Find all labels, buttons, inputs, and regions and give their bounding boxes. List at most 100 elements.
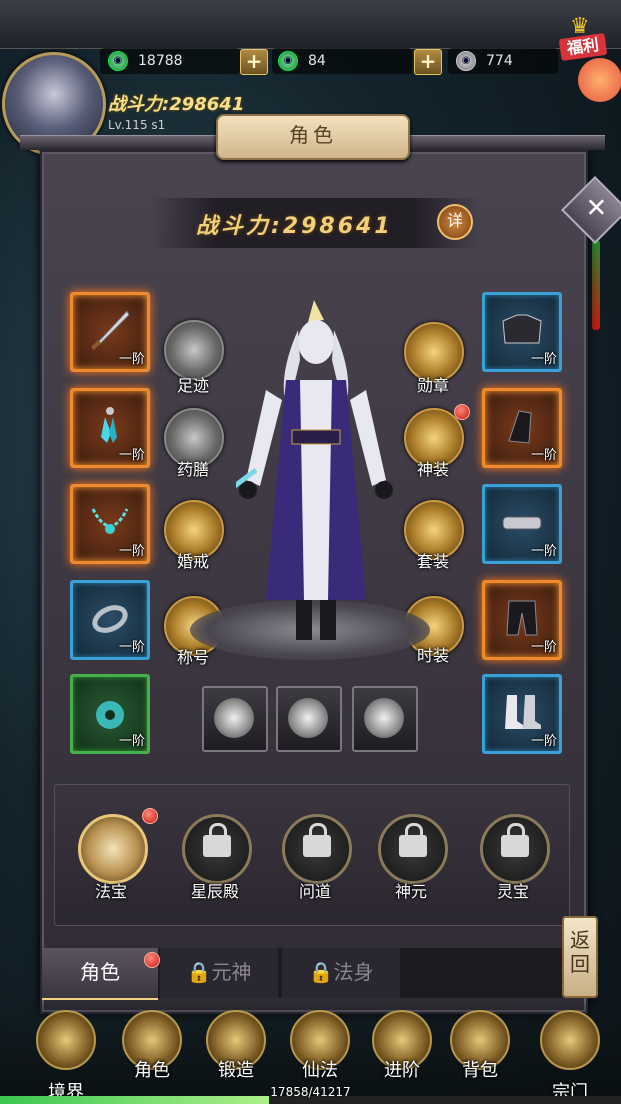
resource-silver: ◉ 774 [456,48,513,74]
func-label-footprint: 足迹 [176,376,209,395]
tier-label: 一阶 [530,734,557,749]
mascot-icon [578,58,621,102]
equip-slot-weapon[interactable]: 一阶 [70,292,150,372]
player-power: 战斗力:298641 [108,94,245,115]
skill-box-cauldron[interactable] [352,686,418,752]
lock-icon: 🔒 [308,960,334,984]
necklace-icon [91,508,129,534]
func-label-divine-gear: 神装 [416,460,449,479]
lock-icon [501,823,529,857]
hanging-ornament [592,240,600,330]
xp-text: 17858/41217 [270,1085,351,1099]
tier-label: 一阶 [118,544,145,559]
lock-icon [203,823,231,857]
panel-title: 角色 [216,114,410,160]
jade-pendant-icon [96,701,124,729]
equip-slot-necklace[interactable]: 一阶 [70,484,150,564]
bracer-icon [508,410,532,444]
treasure-button-fabao[interactable] [78,814,148,884]
combat-power: 战斗力:298641 [196,208,393,240]
tab-label: 元神 [211,960,252,984]
lock-icon [303,823,331,857]
bound-jade-icon: ◉ [278,51,298,71]
tab-primal-spirit[interactable]: 🔒元神 [160,948,278,998]
equip-slot-pants[interactable]: 一阶 [482,580,562,660]
ring-icon [92,605,128,633]
treasure-button-wendao[interactable] [282,814,352,884]
treasure-button-star-palace[interactable] [182,814,252,884]
func-label-wedding-ring: 婚戒 [176,552,209,571]
resource-value: 84 [308,53,326,69]
skill-box-orb[interactable] [276,686,342,752]
tier-label: 一阶 [530,448,557,463]
top-bar [0,0,621,49]
resource-value: 18788 [138,53,183,69]
treasure-label: 神元 [394,882,427,901]
close-icon: ✕ [585,193,608,224]
belt-icon [502,516,542,530]
silver-coin-icon: ◉ [456,51,476,71]
pants-icon [506,600,538,636]
tier-label: 一阶 [118,448,145,463]
treasure-label: 灵宝 [496,882,529,901]
jade-coin-icon: ◉ [108,51,128,71]
tab-label: 法身 [333,960,374,984]
equip-slot-pendant[interactable]: 一阶 [70,674,150,754]
notification-dot [144,952,160,968]
nav-label: 锻造 [218,1060,254,1081]
shoulder-armor-icon [502,314,542,344]
notification-dot [142,808,158,824]
return-button[interactable]: 返回 [562,916,598,998]
resource-value: 774 [486,53,513,69]
boots-icon [505,695,541,729]
tier-label: 一阶 [530,640,557,655]
combat-power-value: 298641 [282,214,393,239]
nav-label: 角色 [134,1060,170,1081]
func-label-medal: 勋章 [416,376,449,395]
lock-icon [399,823,427,857]
treasure-label: 星辰殿 [190,882,239,901]
tier-label: 一阶 [530,544,557,559]
equip-slot-earring[interactable]: 一阶 [70,388,150,468]
welfare-button[interactable]: ♛ 福利 [558,14,621,102]
equip-slot-boots[interactable]: 一阶 [482,674,562,754]
add-jade-button[interactable]: + [240,49,268,75]
tab-dharma-body[interactable]: 🔒法身 [282,948,400,998]
add-bound-jade-button[interactable]: + [414,49,442,75]
equip-slot-shoulder[interactable]: 一阶 [482,292,562,372]
orb-icon [288,698,328,738]
footprint-icon[interactable] [164,320,224,380]
treasure-button-lingbao[interactable] [480,814,550,884]
equip-slot-belt[interactable]: 一阶 [482,484,562,564]
tab-character[interactable]: 角色 [42,948,158,1000]
combat-power-label: 战斗力: [196,214,283,239]
nav-label: 仙法 [302,1060,338,1081]
treasure-label: 问道 [298,882,331,901]
lock-icon: 🔒 [186,960,212,984]
tier-label: 一阶 [118,640,145,655]
cauldron-icon [364,698,404,738]
resource-bound-jade: ◉ 84 [278,48,326,74]
character-model [236,300,393,640]
welfare-label: 福利 [558,32,608,62]
func-label-set-gear: 套装 [416,552,449,571]
left-side-strip [0,480,40,880]
tier-label: 一阶 [118,734,145,749]
resource-jade: ◉ 18788 [108,48,183,74]
treasure-button-shenyuan[interactable] [378,814,448,884]
tier-label: 一阶 [530,352,557,367]
tier-label: 一阶 [118,352,145,367]
realm-icon [36,1010,96,1070]
skill-box-gauntlet[interactable] [202,686,268,752]
treasure-label: 法宝 [94,882,127,901]
equip-slot-ring[interactable]: 一阶 [70,580,150,660]
equip-slot-bracer[interactable]: 一阶 [482,388,562,468]
sword-icon [91,310,130,350]
pagoda-icon [540,1010,600,1070]
nav-label: 背包 [462,1060,498,1081]
notification-dot [454,404,470,420]
earring-icon [101,407,117,443]
gauntlet-icon [214,698,254,738]
func-label-medicinal-food: 药膳 [176,460,209,479]
detail-button[interactable]: 详 [437,204,473,240]
